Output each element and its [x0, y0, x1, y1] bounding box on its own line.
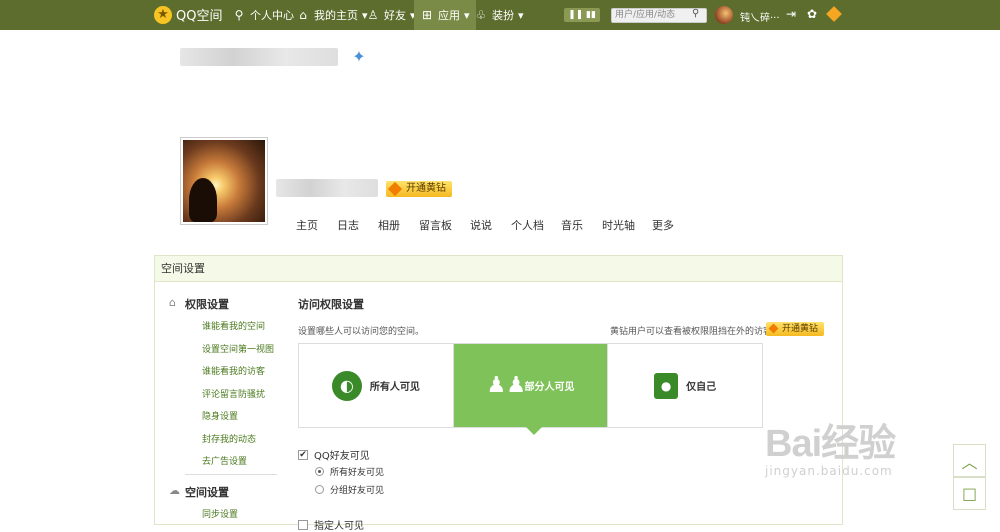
tab-shuoshuo[interactable]: 说说 [470, 217, 511, 233]
profile-image [183, 140, 265, 222]
mode-toggle[interactable]: ❚❚ ▮▮ [564, 8, 600, 22]
feedback-button[interactable]: □ [953, 477, 986, 510]
sidebar-link-archive[interactable]: 封存我的动态 [202, 432, 256, 445]
nav-label: 装扮 [492, 9, 514, 22]
watermark-main: Bai经验 [765, 423, 896, 465]
apps-icon: ⊞ [421, 8, 433, 22]
person-icon: ⚲ [234, 8, 244, 22]
nav-label: 个人中心 [250, 9, 294, 22]
checkbox-checked[interactable]: ✔ [298, 449, 308, 460]
nav-label: 好友 [384, 9, 406, 22]
home-icon: ⌂ [299, 8, 307, 22]
content-desc: 设置哪些人可以访问您的空间。 [298, 327, 425, 337]
sidebar-link-who-can-see[interactable]: 谁能看我的空间 [202, 319, 265, 332]
content-title: 访问权限设置 [298, 298, 364, 311]
visibility-options: ◐ 所有人可见 ♟♟ 部分人可见 ● 仅自己 [298, 343, 763, 435]
vip-note: 黄钻用户可以查看被权限阻挡在外的访客 [610, 327, 773, 337]
nav-label: 应用 [438, 9, 460, 22]
option-label: 部分人可见 [524, 382, 575, 393]
section-title: 权限设置 [185, 298, 229, 311]
lock-icon: ● [654, 372, 679, 399]
section-title: 空间设置 [185, 486, 229, 499]
option-label: 所有人可见 [369, 382, 420, 393]
sidebar-section-space[interactable]: ☁ 空间设置 [169, 484, 229, 500]
option-everyone[interactable]: ◐ 所有人可见 [299, 344, 453, 427]
panel-title: 空间设置 [155, 256, 842, 282]
top-nav-bar: ★ QQ空间 ⚲ 个人中心 ⌂ 我的主页 ▾ ♙ 好友 ▾ ⊞ 应用 ▾ ♧ 装… [0, 0, 1000, 30]
open-vip-button[interactable]: 开通黄钻 [766, 322, 825, 336]
radio-selected[interactable] [315, 467, 324, 476]
chevron-down-icon: ▾ [464, 8, 470, 22]
chevron-up-icon: ︿ [961, 452, 978, 472]
winged-badge-icon[interactable]: ✦ [347, 47, 371, 67]
blurred-username [276, 179, 378, 197]
radio-label: 分组好友可见 [330, 486, 385, 496]
gem-icon [387, 181, 403, 197]
tab-timeline[interactable]: 时光轴 [602, 217, 652, 233]
specified-people-checkbox[interactable]: 指定人可见 [298, 517, 364, 532]
radio-unselected[interactable] [315, 485, 324, 494]
qzone-logo[interactable]: ★ QQ空间 [154, 5, 222, 24]
cloud-icon: ☁ [169, 484, 180, 497]
sidebar-divider [185, 474, 277, 475]
avatar[interactable] [715, 6, 733, 24]
checkbox-unchecked[interactable] [298, 519, 308, 530]
checkbox-label: QQ好友可见 [314, 451, 370, 462]
settings-panel: 空间设置 ⌂ 权限设置 谁能看我的空间 设置空间第一视图 谁能看我的访客 评论留… [154, 255, 843, 532]
people-icon: ♟♟ [486, 372, 526, 398]
option-some-people[interactable]: ♟♟ 部分人可见 [452, 344, 608, 435]
nav-my-home[interactable]: ⌂ 我的主页 ▾ [296, 0, 367, 30]
radio-label: 所有好友可见 [330, 468, 385, 478]
tab-album[interactable]: 相册 [378, 217, 419, 233]
friends-icon: ♙ [367, 8, 379, 22]
tab-message-board[interactable]: 留言板 [419, 217, 470, 233]
open-vip-badge[interactable]: 开通黄钻 [386, 181, 452, 197]
shirt-icon: ♧ [475, 8, 487, 22]
tab-more[interactable]: 更多 [652, 217, 693, 233]
sidebar-section-permissions[interactable]: ⌂ 权限设置 [169, 296, 229, 312]
nav-label: 我的主页 [314, 9, 358, 22]
baidu-jingyan-watermark: Bai经验 jingyan.baidu.com [765, 412, 896, 478]
qq-friends-visible-checkbox[interactable]: ✔ QQ好友可见 [298, 447, 370, 462]
option-only-me[interactable]: ● 仅自己 [607, 344, 762, 427]
blurred-space-name [180, 48, 338, 66]
diamond-icon[interactable] [826, 6, 842, 22]
search-icon[interactable]: ⚲ [692, 8, 699, 19]
radio-all-friends[interactable]: 所有好友可见 [315, 465, 384, 478]
username[interactable]: 钝乀碎··· [740, 9, 780, 24]
watermark-url: jingyan.baidu.com [765, 464, 893, 478]
tab-home[interactable]: 主页 [296, 217, 337, 233]
silhouette [189, 178, 217, 222]
gear-icon[interactable]: ✿ [807, 7, 817, 21]
nav-personal-center[interactable]: ⚲ 个人中心 [232, 0, 294, 30]
back-to-top-button[interactable]: ︿ [953, 444, 986, 477]
star-icon: ★ [154, 5, 172, 24]
nav-decorate[interactable]: ♧ 装扮 ▾ [474, 0, 524, 30]
chevron-down-icon: ▾ [518, 8, 524, 22]
globe-icon: ◐ [331, 370, 362, 401]
tab-blog[interactable]: 日志 [337, 217, 378, 233]
option-label: 仅自己 [686, 382, 717, 393]
lock-icon: ⌂ [169, 296, 176, 309]
radio-group-friends[interactable]: 分组好友可见 [315, 483, 384, 496]
vip-badge-label: 开通黄钻 [406, 183, 446, 194]
checkbox-label: 指定人可见 [314, 521, 364, 532]
logo-text: QQ空间 [176, 9, 223, 24]
sidebar-link-first-view[interactable]: 设置空间第一视图 [202, 342, 274, 355]
profile-tabs: 主页 日志 相册 留言板 说说 个人档 音乐 时光轴 更多 [296, 217, 693, 233]
logout-icon[interactable]: ⇥ [786, 7, 796, 21]
nav-apps[interactable]: ⊞ 应用 ▾ [414, 0, 476, 30]
sidebar-link-sync[interactable]: 同步设置 [202, 507, 238, 520]
tab-music[interactable]: 音乐 [561, 217, 602, 233]
sidebar-link-anti-spam[interactable]: 评论留言防骚扰 [202, 387, 265, 400]
nav-friends[interactable]: ♙ 好友 ▾ [366, 0, 416, 30]
sidebar-link-remove-ads[interactable]: 去广告设置 [202, 454, 247, 467]
gem-icon [768, 323, 779, 334]
square-icon: □ [961, 484, 978, 503]
vip-button-label: 开通黄钻 [782, 324, 819, 334]
profile-photo[interactable] [180, 137, 268, 225]
tab-profile[interactable]: 个人档 [511, 217, 561, 233]
sidebar-link-invisible[interactable]: 隐身设置 [202, 409, 238, 422]
sidebar-link-visitors[interactable]: 谁能看我的访客 [202, 364, 265, 377]
